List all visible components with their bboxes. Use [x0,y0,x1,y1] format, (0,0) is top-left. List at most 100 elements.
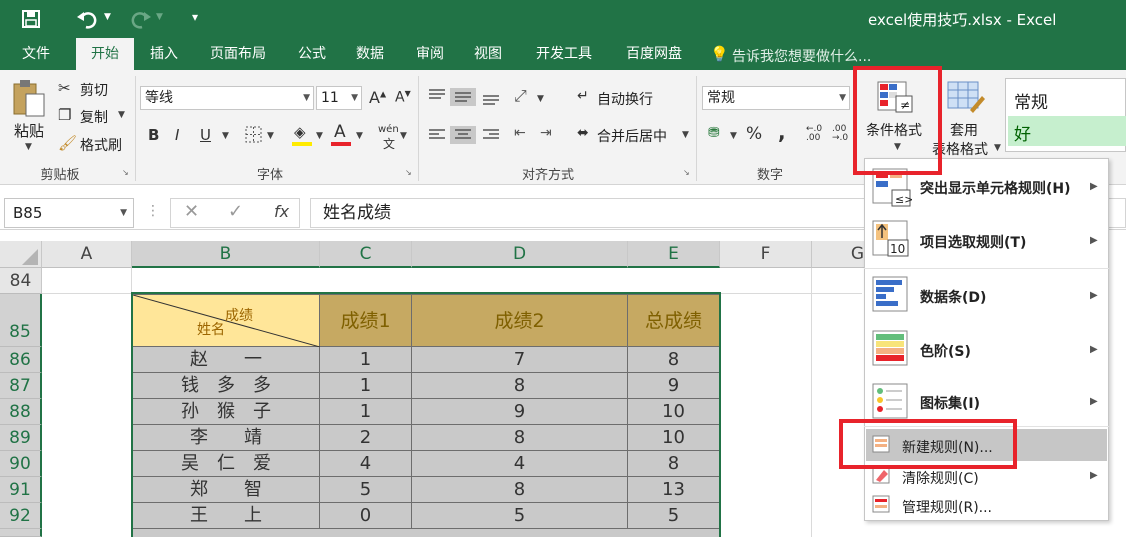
border-icon[interactable] [245,126,263,144]
tab-page-layout[interactable]: 页面布局 [196,38,280,70]
col-header-a[interactable]: A [42,241,132,268]
row-header-89[interactable]: 89 [0,425,42,451]
col-header-e[interactable]: E [628,241,720,268]
style-good[interactable]: 好 [1014,120,1031,145]
col-header-c[interactable]: C [320,241,412,268]
underline-dropdown-icon[interactable]: ▼ [222,131,229,141]
font-size-combo[interactable]: 11 ▼ [316,86,362,110]
undo-dropdown-icon[interactable]: ▼ [104,12,111,22]
copy-icon[interactable]: ❐ [58,106,71,124]
decrease-decimal-icon[interactable]: .00 →.0 [832,125,848,143]
save-icon[interactable] [22,10,42,28]
tab-developer[interactable]: 开发工具 [522,38,606,70]
copy-dropdown-icon[interactable]: ▼ [118,110,125,120]
svg-text:≤>: ≤> [895,193,912,206]
orientation-icon[interactable]: ⤢ [514,86,527,106]
col-header-f[interactable]: F [720,241,812,268]
cancel-icon[interactable]: ✕ [184,201,199,222]
annotation-box-cond-format [853,66,942,175]
row-header-93[interactable] [0,529,42,537]
menu-manage-rules[interactable]: 管理规则(R)... [902,497,992,517]
menu-top-bottom-rules[interactable]: 项目选取规则(T) [920,232,1026,252]
tab-home[interactable]: 开始 [76,38,134,70]
fill-color-swatch [292,142,312,146]
tab-view[interactable]: 视图 [462,38,514,70]
tab-file[interactable]: 文件 [6,38,66,70]
format-painter-icon[interactable]: 🖌 [58,134,77,152]
phonetic-icon[interactable]: wén [378,124,399,135]
row-header-90[interactable]: 90 [0,451,42,477]
name-box[interactable]: B85 ▼ [4,198,134,228]
cut-icon[interactable]: ✂ [58,79,71,97]
increase-indent-icon[interactable]: ⇥ [540,125,552,141]
format-as-table-label-1[interactable]: 套用 [950,120,978,140]
col-header-d[interactable]: D [412,241,628,268]
cut-button[interactable]: 剪切 [80,80,108,100]
font-color-dropdown-icon[interactable]: ▼ [356,131,363,141]
redo-icon[interactable] [128,9,152,29]
tell-me-box[interactable]: 告诉我您想要做什么... [732,46,871,66]
comma-button[interactable]: , [778,120,786,144]
alignment-launcher-icon[interactable]: ↘ [683,168,690,177]
tab-formulas[interactable]: 公式 [286,38,338,70]
paste-dropdown-icon[interactable]: ▼ [25,142,32,152]
menu-color-scales[interactable]: 色阶(S) [920,341,971,361]
tab-insert[interactable]: 插入 [138,38,190,70]
menu-data-bars[interactable]: 数据条(D) [920,287,986,307]
row-header-85[interactable]: 85 [0,294,42,347]
wrap-text-button[interactable]: 自动换行 [597,89,653,109]
menu-clear-rules[interactable]: 清除规则(C) [902,468,979,488]
italic-button[interactable]: I [175,126,179,144]
row-header-87[interactable]: 87 [0,373,42,399]
merge-dropdown-icon[interactable]: ▼ [682,130,689,140]
increase-decimal-icon[interactable]: ←.0.00 [806,125,822,143]
customize-qat-icon[interactable]: ▾ [192,10,198,24]
style-normal[interactable]: 常规 [1014,88,1048,113]
font-launcher-icon[interactable]: ↘ [405,168,412,177]
row-header-86[interactable]: 86 [0,347,42,373]
number-format-combo[interactable]: 常规 ▼ [702,86,850,110]
font-color-icon[interactable]: A [334,122,346,142]
accounting-format-icon[interactable]: ⛃ [708,125,720,141]
border-dropdown-icon[interactable]: ▼ [267,131,274,141]
format-painter-button[interactable]: 格式刷 [80,135,122,155]
wrap-text-icon[interactable]: ↵ [577,88,589,104]
bold-button[interactable]: B [148,126,159,144]
enter-icon[interactable]: ✓ [228,201,243,222]
paste-icon[interactable] [12,78,48,118]
copy-button[interactable]: 复制 [80,107,108,127]
format-as-table-icon[interactable] [946,80,986,116]
merge-center-icon[interactable]: ⬌ [577,125,589,141]
decrease-indent-icon[interactable]: ⇤ [514,125,526,141]
phonetic-dropdown-icon[interactable]: ▼ [400,131,407,141]
horizontal-align-icons[interactable] [428,126,508,144]
orientation-dropdown-icon[interactable]: ▼ [537,94,544,104]
undo-icon[interactable] [76,9,100,29]
row-header-91[interactable]: 91 [0,477,42,503]
row-header-92[interactable]: 92 [0,503,42,529]
underline-button[interactable]: U [200,126,211,144]
merge-center-button[interactable]: 合并后居中 [597,126,667,146]
paste-button[interactable]: 粘贴 [14,120,44,141]
menu-icon-sets[interactable]: 图标集(I) [920,393,980,413]
tab-data[interactable]: 数据 [344,38,396,70]
clipboard-launcher-icon[interactable]: ↘ [122,168,129,177]
vertical-align-icons[interactable] [428,88,508,106]
row-header-84[interactable]: 84 [0,268,42,294]
col-header-b[interactable]: B [132,241,320,268]
format-as-table-dropdown-icon[interactable]: ▼ [994,143,1001,153]
tab-review[interactable]: 审阅 [404,38,456,70]
fill-color-icon[interactable]: ◈ [294,123,306,141]
accounting-dropdown-icon[interactable]: ▼ [730,131,737,141]
grow-font-icon[interactable]: A▲ [369,88,386,107]
percent-button[interactable]: % [746,124,762,144]
select-all-triangle [22,249,38,265]
insert-function-icon[interactable]: fx [274,202,289,221]
number-group-label: 数字 [756,168,783,183]
menu-highlight-rules[interactable]: 突出显示单元格规则(H) [920,178,1071,198]
fill-color-dropdown-icon[interactable]: ▼ [316,131,323,141]
tab-baidu[interactable]: 百度网盘 [612,38,696,70]
row-header-88[interactable]: 88 [0,399,42,425]
shrink-font-icon[interactable]: A▼ [395,89,411,106]
font-name-combo[interactable]: 等线 ▼ [140,86,314,110]
